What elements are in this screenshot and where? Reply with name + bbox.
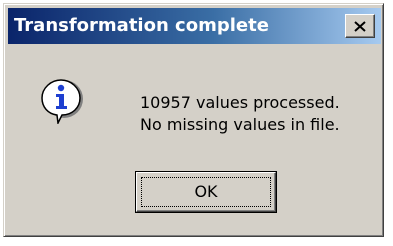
close-icon <box>354 20 366 32</box>
title-bar[interactable]: Transformation complete <box>8 8 381 44</box>
dialog-title: Transformation complete <box>14 15 269 36</box>
message-dialog: Transformation complete 10957 values pro… <box>3 3 384 237</box>
info-icon <box>40 78 84 126</box>
close-button[interactable] <box>345 14 375 38</box>
message-line-missing: No missing values in file. <box>140 115 340 134</box>
message-text: 10957 values processed. No missing value… <box>140 92 340 136</box>
ok-button-label: OK <box>194 182 218 201</box>
ok-button[interactable]: OK <box>135 171 277 213</box>
message-line-processed: 10957 values processed. <box>140 93 340 112</box>
